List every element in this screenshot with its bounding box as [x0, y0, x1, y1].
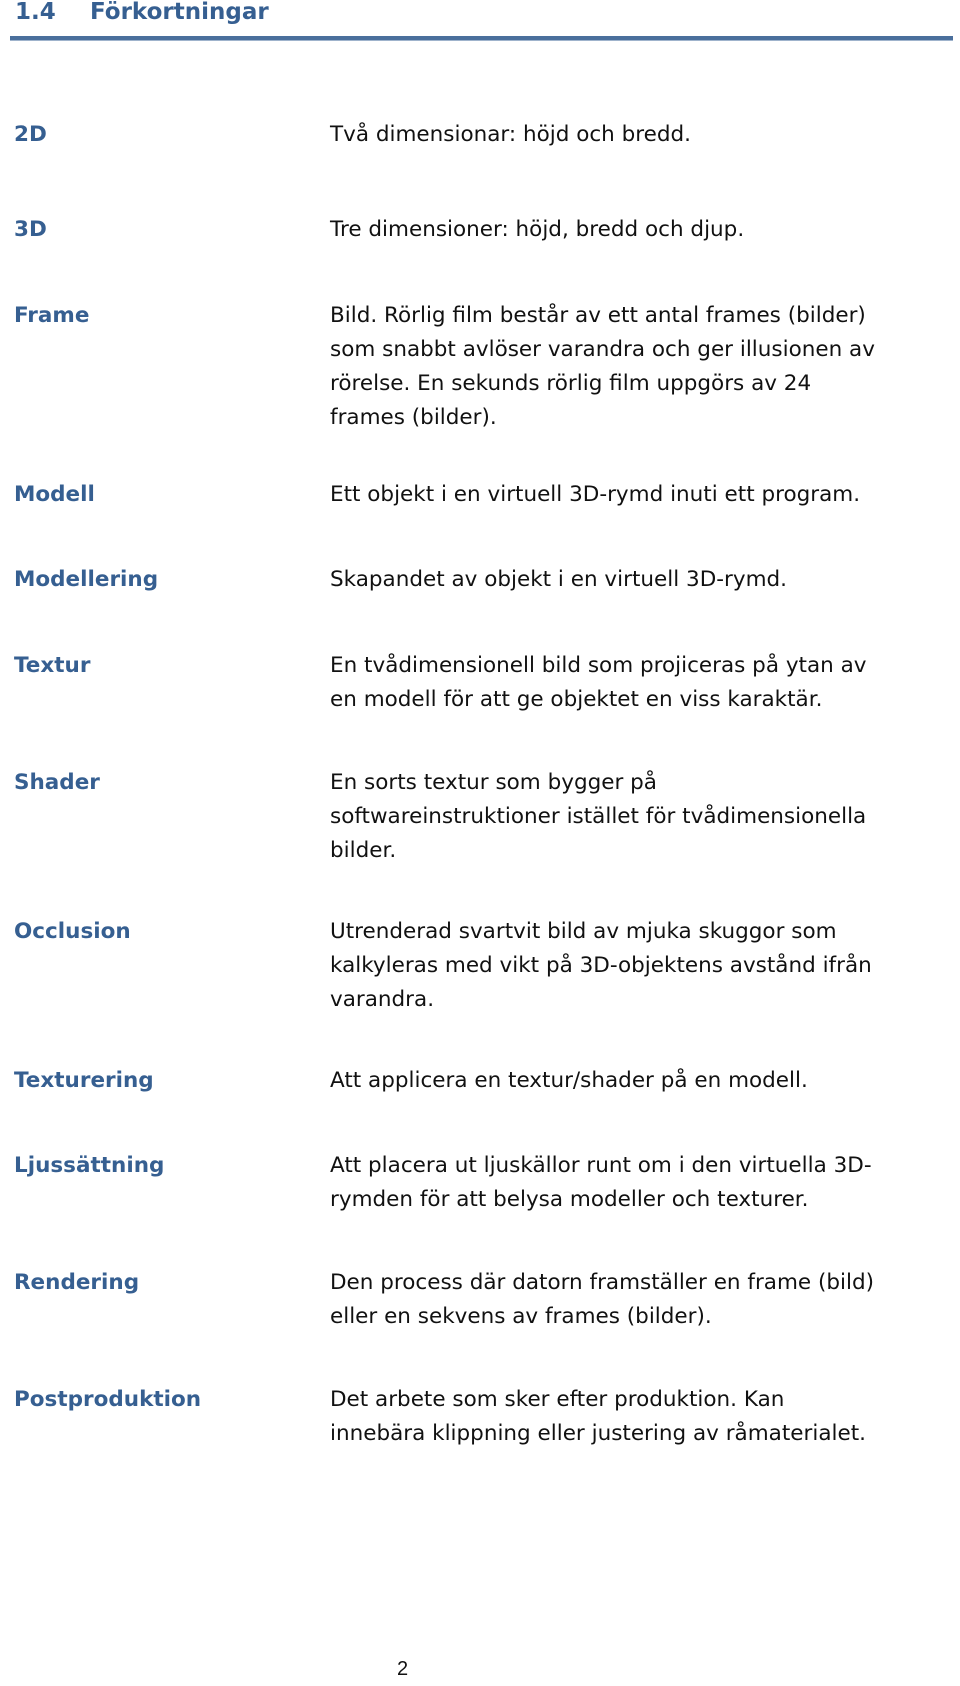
definition-line: softwareinstruktioner istället för tvådi…: [330, 804, 867, 829]
glossary-term: Textur: [14, 653, 91, 678]
glossary-definition: Utrenderad svartvit bild av mjuka skuggo…: [330, 915, 960, 1017]
definition-line: Bild. Rörlig film består av ett antal fr…: [330, 303, 866, 328]
definition-line: kalkyleras med vikt på 3D-objektens avst…: [330, 953, 872, 978]
glossary-definition: Att applicera en textur/shader på en mod…: [330, 1064, 960, 1098]
definition-line: innebära klippning eller justering av rå…: [330, 1421, 866, 1446]
section-title: Förkortningar: [90, 0, 269, 25]
section-number: 1.4: [15, 0, 56, 25]
definition-line: bilder.: [330, 838, 397, 863]
definition-line: rörelse. En sekunds rörlig film uppgörs …: [330, 371, 812, 396]
definition-line: eller en sekvens av frames (bilder).: [330, 1304, 712, 1329]
glossary-term: Modellering: [14, 567, 159, 592]
definition-line: Två dimensionar: höjd och bredd.: [330, 122, 691, 147]
glossary-definition: Tre dimensioner: höjd, bredd och djup.: [330, 213, 960, 247]
definition-line: Det arbete som sker efter produktion. Ka…: [330, 1387, 785, 1412]
definition-line: Den process där datorn framställer en fr…: [330, 1270, 874, 1295]
glossary-term: 2D: [14, 122, 47, 147]
definition-line: en modell för att ge objektet en viss ka…: [330, 687, 823, 712]
glossary-definition: Bild. Rörlig film består av ett antal fr…: [330, 299, 960, 435]
definition-line: som snabbt avlöser varandra och ger illu…: [330, 337, 875, 362]
glossary-term: Occlusion: [14, 919, 131, 944]
glossary-term: Postproduktion: [14, 1387, 202, 1412]
glossary-term: 3D: [14, 217, 47, 242]
glossary-definition: Ett objekt i en virtuell 3D-rymd inuti e…: [330, 478, 960, 512]
glossary-definition: Att placera ut ljuskällor runt om i den …: [330, 1149, 960, 1217]
page-number: 2: [397, 1658, 409, 1680]
definition-line: rymden för att belysa modeller och textu…: [330, 1187, 809, 1212]
glossary-term: Shader: [14, 770, 100, 795]
glossary-term: Rendering: [14, 1270, 140, 1295]
glossary-definition: Skapandet av objekt i en virtuell 3D-rym…: [330, 563, 960, 597]
definition-line: Att applicera en textur/shader på en mod…: [330, 1068, 808, 1093]
definition-line: Skapandet av objekt i en virtuell 3D-rym…: [330, 567, 788, 592]
definition-line: En sorts textur som bygger på: [330, 770, 657, 795]
glossary-definition: Det arbete som sker efter produktion. Ka…: [330, 1383, 960, 1451]
glossary-definition: Två dimensionar: höjd och bredd.: [330, 118, 960, 152]
definition-line: frames (bilder).: [330, 405, 497, 430]
glossary-term: Texturering: [14, 1068, 154, 1093]
glossary-term: Frame: [14, 303, 90, 328]
definition-line: Tre dimensioner: höjd, bredd och djup.: [330, 217, 745, 242]
definition-line: En tvådimensionell bild som projiceras p…: [330, 653, 867, 678]
glossary-term: Ljussättning: [14, 1153, 165, 1178]
definition-line: Att placera ut ljuskällor runt om i den …: [330, 1153, 872, 1178]
glossary-definition: En tvådimensionell bild som projiceras p…: [330, 649, 960, 717]
definition-line: Utrenderad svartvit bild av mjuka skuggo…: [330, 919, 837, 944]
heading-divider: [10, 36, 953, 41]
definition-line: varandra.: [330, 987, 435, 1012]
glossary-term: Modell: [14, 482, 95, 507]
glossary-definition: Den process där datorn framställer en fr…: [330, 1266, 960, 1334]
glossary-definition: En sorts textur som bygger på softwarein…: [330, 766, 960, 868]
definition-line: Ett objekt i en virtuell 3D-rymd inuti e…: [330, 482, 861, 507]
